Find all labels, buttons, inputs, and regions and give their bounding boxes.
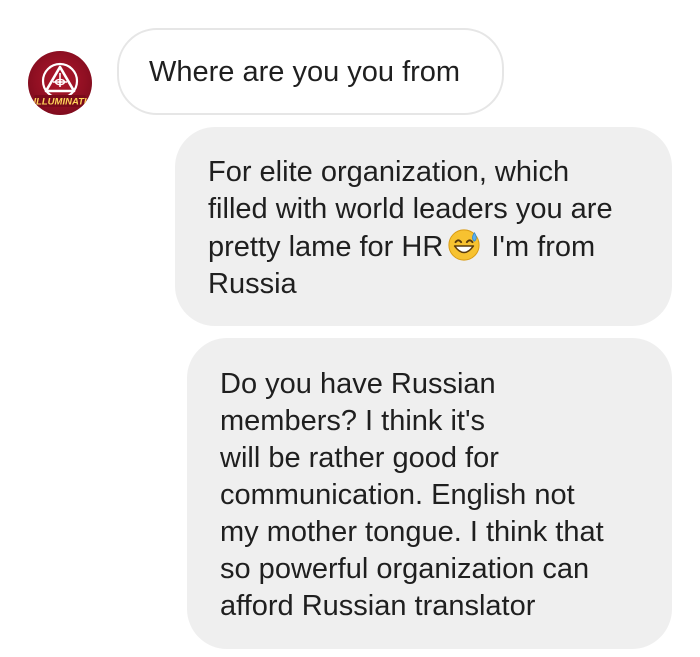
message-text: Where are you you from bbox=[149, 56, 461, 88]
message-text: For elite organization, which bbox=[208, 156, 570, 188]
message-text: my mother tongue. I think that bbox=[220, 516, 604, 548]
message-text: pretty lame for HR bbox=[208, 231, 444, 263]
message-text: filled with world leaders you are bbox=[208, 193, 613, 225]
message-text: communication. English not bbox=[220, 479, 575, 511]
outgoing-message-bubble[interactable]: Do you have Russian members? I think it'… bbox=[187, 338, 672, 649]
grinning-face-with-sweat-emoji bbox=[448, 229, 480, 261]
outgoing-message-bubble[interactable]: For elite organization, which filled wit… bbox=[175, 127, 672, 326]
avatar-label: ILLUMINATI bbox=[33, 97, 86, 108]
illuminati-pyramid-eye-icon: ILLUMINATI bbox=[33, 62, 87, 108]
message-text: so powerful organization can bbox=[220, 553, 590, 585]
message-text: members? I think it's bbox=[220, 405, 486, 437]
message-text: I'm from bbox=[491, 231, 596, 263]
message-text: Russia bbox=[208, 268, 297, 300]
avatar[interactable]: ILLUMINATI bbox=[28, 51, 92, 115]
message-text: Do you have Russian bbox=[220, 368, 496, 400]
message-text: afford Russian translator bbox=[220, 590, 536, 622]
message-text: will be rather good for bbox=[220, 442, 499, 474]
incoming-message-bubble[interactable]: Where are you you from bbox=[117, 28, 504, 115]
